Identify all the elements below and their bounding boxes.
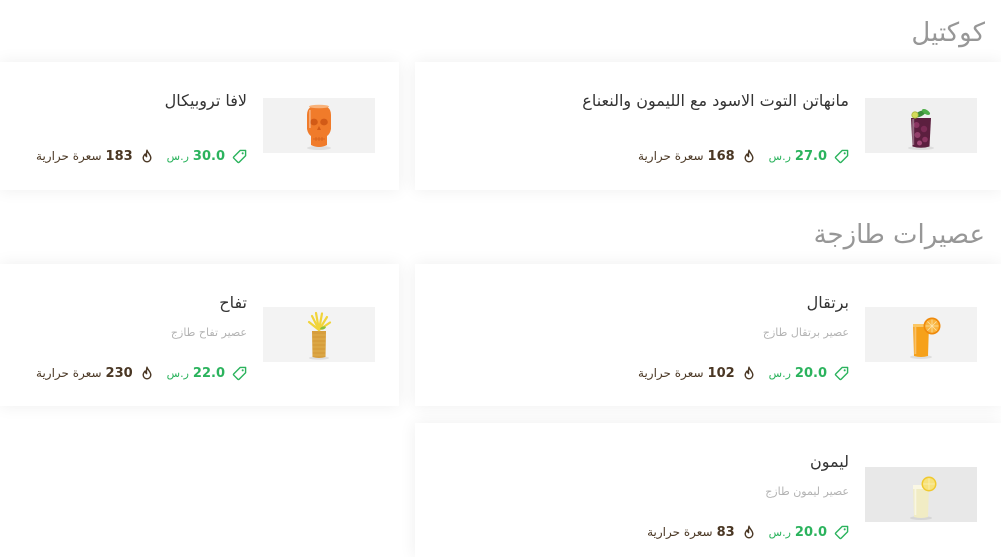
item-title: مانهاتن التوت الاسود مع الليمون والنعناع: [582, 91, 849, 110]
item-calories: 83 سعرة حرارية: [647, 525, 755, 540]
item-price: 20.0 ر.س: [769, 366, 849, 381]
price-currency: ر.س: [768, 149, 791, 163]
calories-unit: سعرة حرارية: [638, 366, 704, 380]
glass-rim: [309, 104, 329, 109]
calories-unit: سعرة حرارية: [638, 149, 704, 163]
section-title-fresh-juices: عصيرات طازجة: [813, 220, 985, 250]
menu-item-card[interactable]: تفاح عصير تفاح طازج 22.0 ر.س 230 سعرة حر…: [0, 264, 399, 406]
calories-value: 102: [707, 365, 735, 381]
menu-item-card[interactable]: ليمون عصير ليمون طازج 20.0 ر.س 83 سعرة ح…: [415, 423, 1001, 557]
item-calories: 183 سعرة حرارية: [36, 149, 153, 164]
tag-icon: [232, 366, 247, 380]
menu-item-card[interactable]: برتقال عصير برتقال طازج 20.0 ر.س 102 سعر…: [415, 264, 1001, 406]
calories-unit: سعرة حرارية: [36, 149, 102, 163]
item-price: 20.0 ر.س: [769, 525, 849, 540]
item-title: ليمون: [810, 452, 849, 471]
product-image: [865, 307, 977, 362]
orange-juice-image: [865, 307, 977, 362]
apple-juice-image: [263, 307, 375, 362]
item-calories: 230 سعرة حرارية: [36, 366, 153, 381]
tag-icon: [834, 525, 849, 539]
item-meta: 27.0 ر.س 168 سعرة حرارية: [431, 146, 849, 166]
menu-item-card[interactable]: مانهاتن التوت الاسود مع الليمون والنعناع…: [415, 62, 1001, 190]
price-value: 20.0: [794, 365, 827, 381]
calories-unit: سعرة حرارية: [647, 525, 713, 539]
lemon-juice-image: [865, 467, 977, 522]
item-meta: 22.0 ر.س 230 سعرة حرارية: [16, 363, 247, 383]
skull-glass-drink-image: [263, 98, 375, 153]
item-price: 22.0 ر.س: [167, 366, 247, 381]
orange-slice: [923, 317, 941, 335]
section-title-cocktails: كوكتيل: [911, 18, 985, 48]
item-title: تفاح: [219, 293, 247, 312]
item-info: برتقال عصير برتقال طازج 20.0 ر.س 102 سعر…: [431, 293, 849, 383]
calories-unit: سعرة حرارية: [36, 366, 102, 380]
item-info: ليمون عصير ليمون طازج 20.0 ر.س 83 سعرة ح…: [431, 452, 849, 542]
product-image: [263, 307, 375, 362]
price-value: 20.0: [794, 524, 827, 540]
tag-icon: [834, 149, 849, 163]
price-currency: ر.س: [166, 366, 189, 380]
tag-icon: [232, 149, 247, 163]
item-price: 30.0 ر.س: [167, 149, 247, 164]
glass-highlight: [914, 327, 917, 354]
product-image: [865, 467, 977, 522]
tag-icon: [834, 366, 849, 380]
item-description: عصير تفاح طازج: [170, 326, 247, 339]
calories-value: 183: [105, 148, 133, 164]
price-value: 27.0: [794, 148, 827, 164]
item-title: برتقال: [806, 293, 849, 312]
product-image: [263, 98, 375, 153]
item-calories: 102 سعرة حرارية: [638, 366, 755, 381]
item-meta: 20.0 ر.س 102 سعرة حرارية: [431, 363, 849, 383]
product-image: [865, 98, 977, 153]
price-currency: ر.س: [166, 149, 189, 163]
fire-icon: [142, 149, 152, 163]
item-description: عصير برتقال طازج: [762, 326, 849, 339]
price-currency: ر.س: [768, 525, 791, 539]
glass-highlight: [914, 489, 917, 515]
item-meta: 20.0 ر.س 83 سعرة حرارية: [431, 522, 849, 542]
fire-icon: [744, 366, 754, 380]
item-price: 27.0 ر.س: [769, 149, 849, 164]
item-info: لافا تروبيكال 30.0 ر.س 183 سعرة حرارية: [16, 91, 247, 166]
lemon-slice: [921, 476, 937, 492]
glass-highlight: [309, 110, 311, 128]
fire-icon: [142, 366, 152, 380]
glass-highlight: [912, 119, 915, 145]
fire-icon: [744, 525, 754, 539]
item-description: عصير ليمون طازج: [765, 485, 849, 498]
item-meta: 30.0 ر.س 183 سعرة حرارية: [16, 146, 247, 166]
price-currency: ر.س: [768, 366, 791, 380]
price-value: 30.0: [192, 148, 225, 164]
calories-value: 83: [716, 524, 735, 540]
blackberry-cocktail-image: [865, 98, 977, 153]
calories-value: 168: [707, 148, 735, 164]
item-info: تفاح عصير تفاح طازج 22.0 ر.س 230 سعرة حر…: [16, 293, 247, 383]
calories-value: 230: [105, 365, 133, 381]
item-title: لافا تروبيكال: [164, 91, 247, 110]
price-value: 22.0: [192, 365, 225, 381]
item-calories: 168 سعرة حرارية: [638, 149, 755, 164]
fire-icon: [744, 149, 754, 163]
menu-item-card[interactable]: لافا تروبيكال 30.0 ر.س 183 سعرة حرارية: [0, 62, 399, 190]
item-info: مانهاتن التوت الاسود مع الليمون والنعناع…: [431, 91, 849, 166]
